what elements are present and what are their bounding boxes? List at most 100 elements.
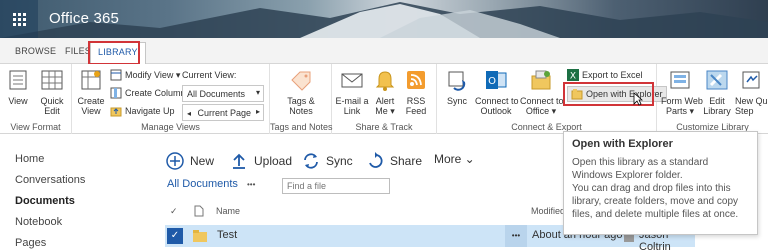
column-header-name[interactable]: Name bbox=[216, 206, 240, 216]
rss-feed-label: RSS Feed bbox=[405, 96, 427, 116]
upload-label: Upload bbox=[254, 154, 293, 168]
nav-item-home[interactable]: Home bbox=[0, 150, 150, 171]
nav-item-conversations[interactable]: Conversations bbox=[0, 171, 150, 192]
more-label: More ⌄ bbox=[434, 152, 475, 166]
tags-notes-label: Tags & Notes bbox=[287, 96, 315, 116]
tooltip-title: Open with Explorer bbox=[572, 138, 673, 150]
suite-bar: Office 365 bbox=[0, 0, 768, 38]
sync-arrows-icon bbox=[304, 153, 318, 169]
sync-command-label: Sync bbox=[326, 154, 353, 168]
connect-office-label: Connect to Office ▾ bbox=[520, 96, 564, 116]
group-share-track: E-mail a Link Alert Me ▾ RSS Feed Share … bbox=[332, 64, 437, 134]
quick-edit-button[interactable]: Quick Edit bbox=[36, 68, 68, 116]
open-explorer-tooltip: Open with Explorer Open this library as … bbox=[563, 131, 758, 235]
row-checkbox[interactable]: ✓ bbox=[167, 228, 183, 244]
sync-label: Sync bbox=[446, 96, 467, 106]
folder-icon bbox=[193, 230, 207, 242]
plus-circle-icon bbox=[166, 152, 184, 170]
modify-view-icon bbox=[110, 69, 122, 81]
row-more-options[interactable]: ••• bbox=[505, 225, 527, 247]
navigate-up-label: Navigate Up bbox=[125, 106, 175, 116]
waffle-icon bbox=[12, 12, 26, 26]
edit-library-button[interactable]: Edit Library bbox=[702, 68, 732, 116]
left-navigation: Home Conversations Documents Notebook Pa… bbox=[0, 150, 150, 252]
row-name[interactable]: Test bbox=[217, 229, 237, 241]
select-all-checkmark-icon[interactable]: ✓ bbox=[170, 206, 178, 217]
tooltip-line-2: You can drag and drop files into this li… bbox=[572, 183, 739, 220]
upload-icon bbox=[233, 153, 245, 169]
nav-item-notebook[interactable]: Notebook bbox=[0, 213, 150, 234]
group-label: Manage Views bbox=[141, 122, 200, 132]
nav-item-documents[interactable]: Documents bbox=[0, 192, 150, 213]
tag-icon bbox=[291, 71, 311, 91]
mouse-cursor-icon bbox=[633, 92, 643, 106]
edit-library-icon bbox=[706, 70, 728, 90]
group-tags-notes: Tags & Notes Tags and Notes bbox=[270, 64, 333, 134]
alert-me-button[interactable]: Alert Me ▾ bbox=[372, 68, 398, 116]
highlight-library-tab bbox=[88, 41, 140, 65]
tooltip-line-1: Open this library as a standard Windows … bbox=[572, 157, 709, 181]
group-label: Tags and Notes bbox=[270, 122, 333, 132]
office-folder-icon bbox=[531, 70, 551, 90]
chevron-left-icon[interactable]: ◂ bbox=[187, 109, 191, 118]
connect-outlook-label: Connect to Outlook bbox=[475, 96, 519, 116]
sync-button[interactable]: Sync bbox=[443, 68, 471, 106]
create-view-icon bbox=[81, 70, 101, 90]
folder-up-icon bbox=[110, 107, 122, 117]
nav-item-pages[interactable]: Pages bbox=[0, 234, 150, 252]
tags-notes-button[interactable]: Tags & Notes bbox=[285, 68, 317, 116]
export-excel-label: Export to Excel bbox=[582, 70, 643, 80]
create-column-label: Create Column bbox=[125, 88, 186, 98]
column-header-modified[interactable]: Modified bbox=[531, 206, 565, 216]
view-options-ellipsis[interactable]: ••• bbox=[247, 180, 255, 189]
envelope-icon bbox=[341, 73, 363, 88]
email-link-label: E-mail a Link bbox=[335, 96, 369, 116]
excel-icon: X bbox=[567, 69, 579, 81]
sync-icon bbox=[448, 71, 466, 91]
current-page-pager[interactable]: ◂ Current Page ▸ bbox=[182, 104, 264, 121]
form-web-parts-label: Form Web Parts ▾ bbox=[661, 96, 703, 116]
connect-outlook-button[interactable]: O Connect to Outlook bbox=[475, 68, 519, 116]
view-button[interactable]: View bbox=[4, 68, 32, 106]
new-quick-step-button[interactable]: New Qui Step bbox=[735, 68, 768, 116]
export-excel-button[interactable]: X Export to Excel bbox=[567, 68, 643, 82]
view-icon bbox=[9, 70, 27, 90]
edit-library-label: Edit Library bbox=[703, 96, 731, 116]
chevron-right-icon[interactable]: ▸ bbox=[256, 107, 260, 116]
new-label: New bbox=[190, 154, 215, 168]
create-view-button[interactable]: Create View bbox=[75, 68, 107, 116]
email-link-button[interactable]: E-mail a Link bbox=[335, 68, 369, 116]
modify-view-label: Modify View ▾ bbox=[125, 69, 181, 80]
sync-command-button[interactable]: Sync bbox=[302, 152, 353, 170]
share-icon bbox=[369, 152, 383, 168]
group-label: View Format bbox=[10, 122, 61, 132]
group-manage-views: Create View Modify View ▾ Create Column … bbox=[72, 64, 270, 134]
search-input[interactable] bbox=[282, 178, 390, 194]
quick-edit-label: Quick Edit bbox=[40, 96, 64, 116]
create-column-icon bbox=[110, 87, 122, 99]
current-page-label: Current Page bbox=[197, 108, 252, 118]
create-column-button[interactable]: Create Column bbox=[110, 86, 186, 100]
more-button[interactable]: More ⌄ bbox=[434, 152, 475, 166]
current-view-select[interactable]: All Documents ▾ bbox=[182, 85, 264, 102]
view-label: View bbox=[8, 96, 28, 106]
connect-office-button[interactable]: Connect to Office ▾ bbox=[520, 68, 564, 116]
share-button[interactable]: Share bbox=[366, 152, 422, 170]
current-view-label: Current View: bbox=[182, 70, 237, 80]
modify-view-button[interactable]: Modify View ▾ bbox=[110, 68, 180, 82]
navigate-up-button[interactable]: Navigate Up bbox=[110, 104, 175, 118]
current-view-value: All Documents bbox=[187, 89, 246, 99]
app-launcher-button[interactable] bbox=[0, 0, 38, 38]
alert-me-label: Alert Me ▾ bbox=[375, 96, 395, 116]
group-customize-library: Form Web Parts ▾ Edit Library New Qui St… bbox=[657, 64, 768, 134]
svg-text:O: O bbox=[488, 76, 496, 87]
upload-button[interactable]: Upload bbox=[230, 152, 292, 170]
view-selector[interactable]: All Documents bbox=[167, 178, 238, 190]
outlook-icon: O bbox=[486, 71, 507, 89]
app-title[interactable]: Office 365 bbox=[49, 10, 119, 27]
tab-browse[interactable]: BROWSE bbox=[15, 46, 56, 56]
rss-feed-button[interactable]: RSS Feed bbox=[403, 68, 429, 116]
new-button[interactable]: New bbox=[166, 152, 214, 170]
form-web-parts-button[interactable]: Form Web Parts ▾ bbox=[661, 68, 703, 116]
share-label: Share bbox=[390, 154, 423, 168]
